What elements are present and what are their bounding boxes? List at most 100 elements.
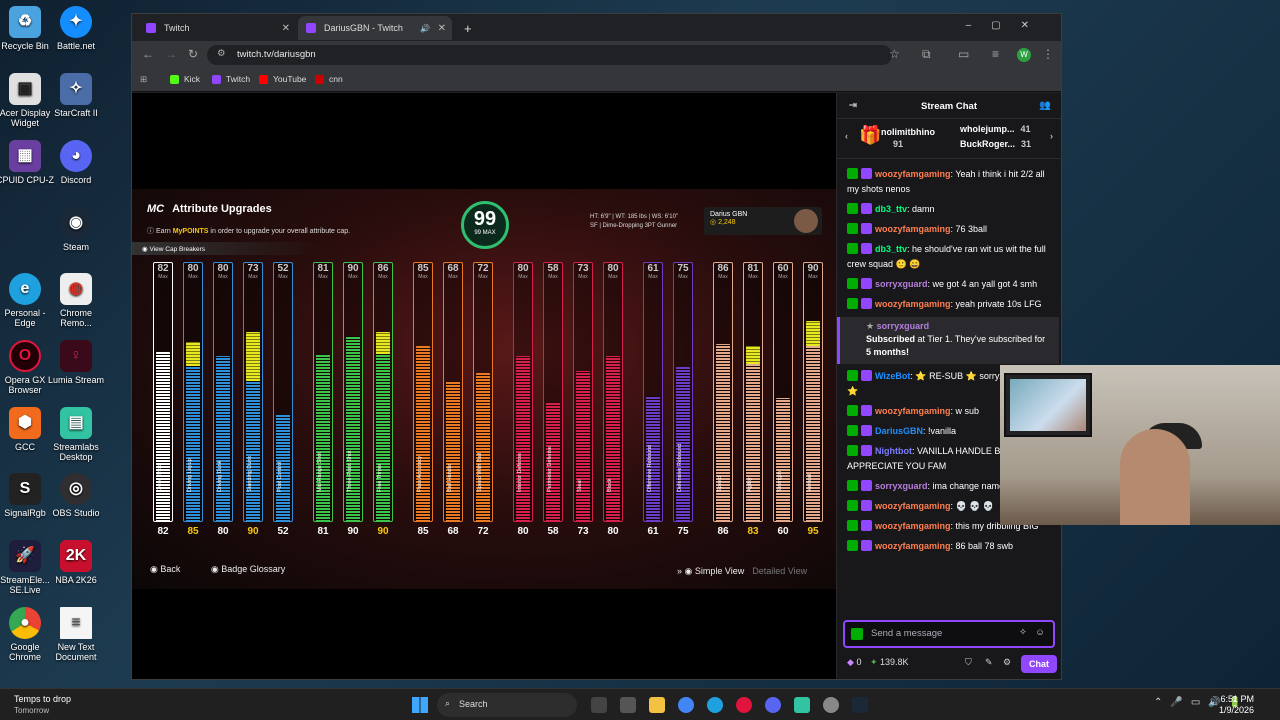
attribute-column[interactable]: 73 Max Steal 73 — [573, 262, 593, 542]
window-controls[interactable]: –▢✕ — [966, 20, 1049, 31]
attribute-column[interactable]: 80 Max Block 80 — [603, 262, 623, 542]
close-icon[interactable]: ✕ — [438, 23, 446, 34]
attribute-column[interactable]: 90 Max Three-Point Shot 90 — [343, 262, 363, 542]
shield-icon[interactable]: ⛉ — [965, 657, 972, 668]
chat-username[interactable]: sorryxguard — [875, 279, 928, 289]
chat-username[interactable]: woozyfamgaming — [875, 299, 951, 309]
steam-taskbar-icon[interactable] — [852, 697, 868, 713]
attribute-column[interactable]: 73 Max Standing Dunk 90 — [243, 262, 263, 542]
chevron-left-icon[interactable]: ‹ — [845, 131, 848, 141]
extensions-icon[interactable]: ⧉ — [922, 47, 931, 62]
close-icon[interactable]: ✕ — [282, 23, 290, 34]
users-icon[interactable]: 👥 — [1039, 100, 1051, 111]
streamlabs-taskbar-icon[interactable] — [794, 697, 810, 713]
bookmark-cnn[interactable]: cnn — [315, 74, 343, 84]
attribute-column[interactable]: 90 Max Vertical 95 — [803, 262, 823, 542]
start-button[interactable] — [412, 697, 428, 713]
opera-gx-taskbar-icon[interactable] — [736, 697, 752, 713]
chat-username[interactable]: DariusGBN — [875, 426, 923, 436]
clock[interactable]: 6:51 PM 1/9/2026 — [1219, 694, 1254, 716]
chat-input[interactable]: Send a message ✧ ☺ — [843, 620, 1055, 648]
widgets-icon[interactable] — [620, 697, 636, 713]
media-icon[interactable]: ≡ — [992, 47, 999, 61]
desktop-icon-lumia[interactable]: ♀ Lumia Stream — [46, 340, 106, 385]
tab-dariusgbn[interactable]: DariusGBN - Twitch 🔊 ✕ — [298, 16, 452, 40]
bookmark-kick[interactable]: Kick — [170, 74, 200, 84]
settings-taskbar-icon[interactable] — [823, 697, 839, 713]
attribute-column[interactable]: 72 Max Speed With Ball 72 — [473, 262, 493, 542]
menu-icon[interactable]: ⋮ — [1042, 47, 1054, 61]
bookmark-star-icon[interactable]: ☆ — [889, 47, 900, 61]
forward-icon[interactable]: → — [165, 47, 177, 61]
cast-icon[interactable]: ▭ — [958, 47, 969, 61]
badge-glossary-button[interactable]: ◉ Badge Glossary — [211, 564, 299, 574]
attribute-column[interactable]: 52 Max Post Control 52 — [273, 262, 293, 542]
attribute-column[interactable]: 80 Max Driving Layup 85 — [183, 262, 203, 542]
attribute-column[interactable]: 82 Max Close Shot 82 — [153, 262, 173, 542]
attribute-column[interactable]: 86 Max Speed 86 — [713, 262, 733, 542]
chat-username[interactable]: sorryxguard — [877, 321, 930, 331]
chat-username[interactable]: woozyfamgaming — [875, 541, 951, 551]
bits-icon[interactable]: ◆ — [847, 657, 854, 667]
chat-username[interactable]: woozyfamgaming — [875, 406, 951, 416]
sparkle-icon[interactable]: ✧ — [1019, 627, 1027, 638]
weather-widget[interactable]: Temps to drop Tomorrow — [14, 694, 71, 716]
bookmark-youtube[interactable]: YouTube — [259, 74, 306, 84]
chat-username[interactable]: db3_ttv — [875, 244, 907, 254]
desktop-icon-battle-net[interactable]: ✦ Battle.net — [46, 6, 106, 51]
back-button[interactable]: ◉ Back — [150, 564, 194, 574]
chat-send-button[interactable]: Chat — [1021, 655, 1057, 673]
desktop-icon-nba2k[interactable]: 2K NBA 2K26 — [46, 540, 106, 585]
chat-username[interactable]: WizeBot — [875, 371, 910, 381]
attribute-column[interactable]: 68 Max Ball Handle 68 — [443, 262, 463, 542]
collapse-icon[interactable]: ⇥ — [849, 100, 857, 111]
chat-username[interactable]: woozyfamgaming — [875, 501, 951, 511]
discord-taskbar-icon[interactable] — [765, 697, 781, 713]
desktop-icon-text-document[interactable]: ≡ New Text Document — [46, 607, 106, 662]
attribute-column[interactable]: 86 Max Free Throw 90 — [373, 262, 393, 542]
site-info-icon[interactable]: ⚙ — [217, 48, 226, 59]
speaker-icon[interactable]: 🔊 — [420, 24, 430, 33]
chat-username[interactable]: db3_ttv — [875, 204, 907, 214]
attribute-column[interactable]: 81 Max Agility 83 — [743, 262, 763, 542]
desktop-icon-chrome-remote[interactable]: ◍ Chrome Remo... — [46, 273, 106, 328]
chat-username[interactable]: woozyfamgaming — [875, 224, 951, 234]
attribute-column[interactable]: 81 Max Mid-Range Shot 81 — [313, 262, 333, 542]
chat-username[interactable]: sorryxguard — [875, 481, 928, 491]
view-toggle[interactable]: » ◉ Simple View Detailed View — [677, 566, 807, 577]
pen-icon[interactable]: ✎ — [985, 657, 993, 668]
gear-icon[interactable]: ⚙ — [1003, 657, 1011, 668]
attribute-column[interactable]: 61 Max Offensive Rebound 61 — [643, 262, 663, 542]
address-bar[interactable]: ⚙ twitch.tv/dariusgbn — [207, 45, 892, 65]
stream-video[interactable]: MC Attribute Upgrades ⓘ Earn MyPOINTS in … — [132, 93, 836, 679]
chat-username[interactable]: woozyfamgaming — [875, 169, 951, 179]
profile-avatar[interactable]: W — [1017, 48, 1031, 62]
desktop-icon-discord[interactable]: ◕ Discord — [46, 140, 106, 185]
channel-points-icon[interactable]: ✦ — [870, 657, 878, 667]
attribute-column[interactable]: 60 Max Strength 60 — [773, 262, 793, 542]
attribute-column[interactable]: 85 Max Pass Accuracy 85 — [413, 262, 433, 542]
emote-icon[interactable]: ☺ — [1035, 627, 1045, 638]
attribute-column[interactable]: 58 Max Perimeter Defense 58 — [543, 262, 563, 542]
bookmark-twitch[interactable]: Twitch — [212, 74, 250, 84]
desktop-icon-obs[interactable]: ◎ OBS Studio — [46, 473, 106, 518]
tab-twitch[interactable]: Twitch ✕ — [138, 16, 296, 40]
reload-icon[interactable]: ↻ — [188, 47, 198, 61]
attribute-column[interactable]: 80 Max Driving Dunk 80 — [213, 262, 233, 542]
attribute-column[interactable]: 80 Max Interior Defense 80 — [513, 262, 533, 542]
taskbar-search[interactable]: ⌕ Search — [437, 693, 577, 717]
chat-username[interactable]: woozyfamgaming — [875, 521, 951, 531]
file-explorer-icon[interactable] — [649, 697, 665, 713]
task-view-icon[interactable] — [591, 697, 607, 713]
desktop-icon-starcraft[interactable]: ✧ StarCraft II — [46, 73, 106, 118]
edge-taskbar-icon[interactable] — [707, 697, 723, 713]
new-tab-button[interactable]: + — [456, 16, 480, 40]
view-cap-breakers[interactable]: ◉ View Cap Breakers — [132, 242, 322, 255]
attribute-column[interactable]: 75 Max Defensive Rebound 75 — [673, 262, 693, 542]
desktop-icon-steam[interactable]: ◉ Steam — [46, 207, 106, 252]
chevron-right-icon[interactable]: › — [1050, 131, 1053, 141]
chrome-taskbar-icon[interactable] — [678, 697, 694, 713]
apps-icon[interactable]: ⊞ — [140, 74, 147, 85]
back-icon[interactable]: ← — [142, 47, 154, 61]
chat-username[interactable]: Nightbot — [875, 446, 912, 456]
